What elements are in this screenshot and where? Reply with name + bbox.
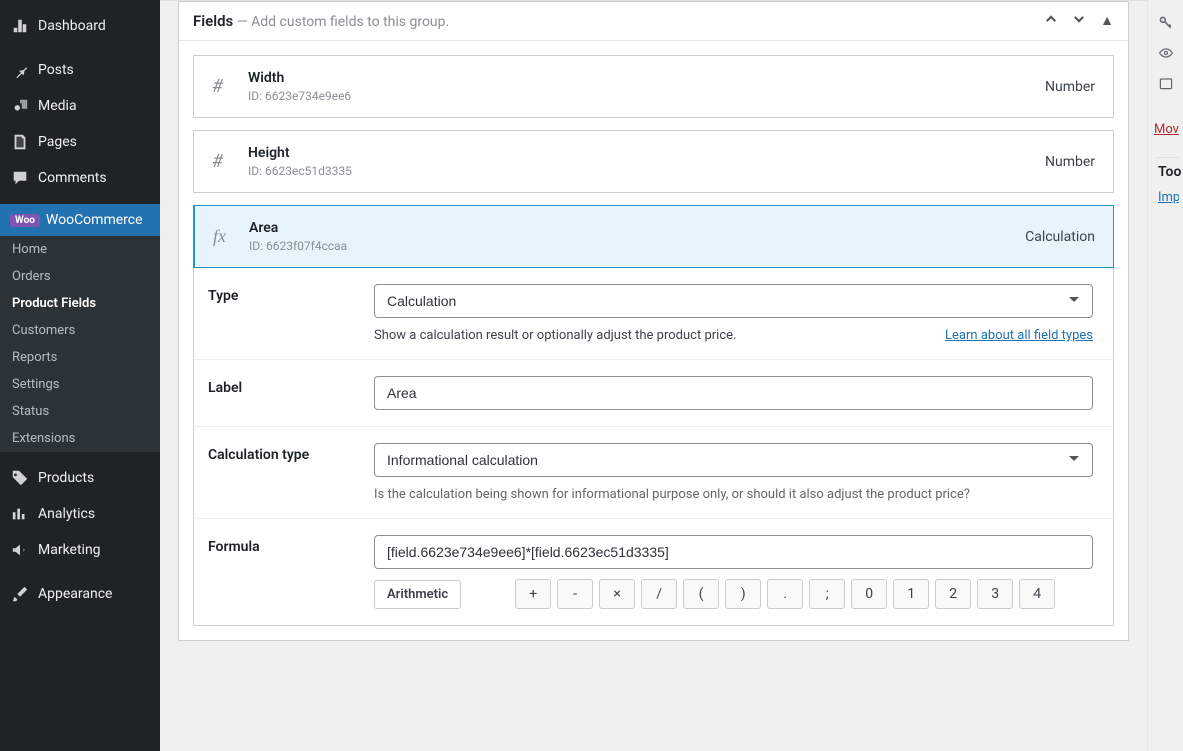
move-link[interactable]: Mov (1152, 118, 1179, 141)
nav-label: Appearance (38, 586, 112, 602)
nav-label: Marketing (38, 542, 101, 558)
main-content: Fields — Add custom fields to this group… (160, 0, 1147, 751)
calc-btn-3[interactable]: 3 (977, 579, 1013, 609)
dashboard-icon (10, 16, 30, 36)
field-id: ID: 6623e734e9ee6 (248, 89, 1045, 103)
nav-comments[interactable]: Comments (0, 160, 160, 196)
learn-link[interactable]: Learn about all field types (945, 328, 1093, 343)
subnav-reports[interactable]: Reports (0, 344, 160, 371)
field-row-width[interactable]: # Width ID: 6623e734e9ee6 Number (193, 55, 1114, 118)
field-type: Number (1045, 154, 1095, 170)
nav-label: Posts (38, 62, 74, 78)
field-type: Number (1045, 79, 1095, 95)
calc-btn-lparen[interactable]: ( (683, 579, 719, 609)
nav-label: Comments (38, 170, 107, 186)
subnav-settings[interactable]: Settings (0, 371, 160, 398)
nav-label: Analytics (38, 506, 95, 522)
nav-products[interactable]: Products (0, 460, 160, 496)
arithmetic-label: Arithmetic (374, 580, 461, 609)
calc-type-hint: Is the calculation being shown for infor… (374, 487, 1093, 502)
calc-btn-dot[interactable]: . (767, 579, 803, 609)
label-input[interactable] (374, 376, 1093, 410)
calc-btn-1[interactable]: 1 (893, 579, 929, 609)
chevron-up-icon[interactable] (1044, 12, 1058, 30)
field-editor: Type Calculation Show a calculation resu… (193, 268, 1114, 626)
collapse-icon[interactable]: ▲ (1100, 12, 1114, 30)
field-name: Area (249, 220, 1025, 236)
subnav-customers[interactable]: Customers (0, 317, 160, 344)
field-list: # Width ID: 6623e734e9ee6 Number # Heigh… (179, 41, 1128, 640)
panel-title: Fields (193, 12, 233, 30)
calc-type-label: Calculation type (194, 427, 374, 518)
subnav-home[interactable]: Home (0, 236, 160, 263)
nav-pages[interactable]: Pages (0, 124, 160, 160)
nav-label: Products (38, 470, 94, 486)
field-id: ID: 6623f07f4ccaa (249, 239, 1025, 253)
type-select[interactable]: Calculation (374, 284, 1093, 318)
admin-sidebar: Dashboard Posts Media Pages Comments (0, 0, 160, 751)
nav-analytics[interactable]: Analytics (0, 496, 160, 532)
calc-btn-times[interactable]: × (599, 579, 635, 609)
eye-icon[interactable] (1152, 38, 1179, 68)
chevron-down-icon[interactable] (1072, 12, 1086, 30)
nav-dashboard[interactable]: Dashboard (0, 8, 160, 44)
field-row-area[interactable]: fx Area ID: 6623f07f4ccaa Calculation (193, 205, 1114, 268)
page-icon (10, 132, 30, 152)
import-link[interactable]: Imp (1156, 186, 1179, 209)
calc-btn-2[interactable]: 2 (935, 579, 971, 609)
woo-badge-icon: Woo (10, 214, 40, 227)
comment-icon (10, 168, 30, 188)
subnav-orders[interactable]: Orders (0, 263, 160, 290)
calc-btn-rparen[interactable]: ) (725, 579, 761, 609)
nav-label: Media (38, 98, 77, 114)
right-rail: Mov Too Imp (1147, 0, 1183, 751)
calc-btn-4[interactable]: 4 (1019, 579, 1055, 609)
formula-input[interactable] (374, 535, 1093, 569)
field-type: Calculation (1025, 229, 1095, 245)
rail-tools-title: Too (1156, 157, 1179, 186)
panel-subtitle: — Add custom fields to this group. (233, 14, 449, 30)
calc-type-select[interactable]: Informational calculation (374, 443, 1093, 477)
nav-posts[interactable]: Posts (0, 52, 160, 88)
number-icon: # (212, 151, 248, 172)
calendar-icon[interactable] (1152, 68, 1179, 98)
brush-icon (10, 584, 30, 604)
calc-btn-semi[interactable]: ; (809, 579, 845, 609)
formula-label: Formula (194, 519, 374, 625)
calc-btn-plus[interactable]: + (515, 579, 551, 609)
megaphone-icon (10, 540, 30, 560)
fields-panel: Fields — Add custom fields to this group… (178, 1, 1129, 641)
field-name: Height (248, 145, 1045, 161)
key-icon[interactable] (1152, 8, 1179, 38)
nav-label: Pages (38, 134, 77, 150)
nav-appearance[interactable]: Appearance (0, 576, 160, 612)
calc-btn-minus[interactable]: - (557, 579, 593, 609)
number-icon: # (212, 76, 248, 97)
field-row-height[interactable]: # Height ID: 6623ec51d3335 Number (193, 130, 1114, 193)
media-icon (10, 96, 30, 116)
nav-media[interactable]: Media (0, 88, 160, 124)
subnav-product-fields[interactable]: Product Fields (0, 290, 160, 317)
nav-label: Dashboard (38, 18, 106, 34)
function-icon: fx (213, 226, 249, 247)
subnav-status[interactable]: Status (0, 398, 160, 425)
pin-icon (10, 60, 30, 80)
calc-btn-0[interactable]: 0 (851, 579, 887, 609)
nav-woocommerce[interactable]: Woo WooCommerce (0, 204, 160, 236)
panel-header: Fields — Add custom fields to this group… (179, 2, 1128, 41)
label-label: Label (194, 360, 374, 426)
type-label: Type (194, 268, 374, 359)
type-hint: Show a calculation result or optionally … (374, 328, 736, 343)
field-id: ID: 6623ec51d3335 (248, 164, 1045, 178)
nav-label: WooCommerce (46, 212, 143, 228)
calc-btn-divide[interactable]: / (641, 579, 677, 609)
subnav-extensions[interactable]: Extensions (0, 425, 160, 452)
nav-marketing[interactable]: Marketing (0, 532, 160, 568)
tag-icon (10, 468, 30, 488)
chart-icon (10, 504, 30, 524)
field-name: Width (248, 70, 1045, 86)
